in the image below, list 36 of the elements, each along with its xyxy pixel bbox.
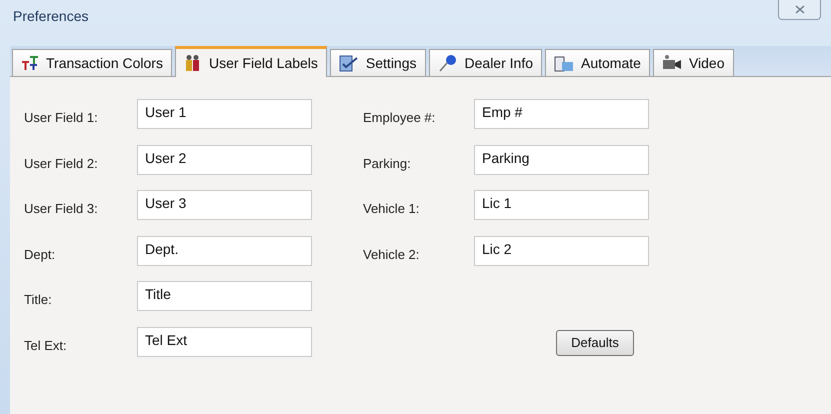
field-label: User Field 3: bbox=[24, 200, 99, 218]
text-field[interactable]: Tel Ext bbox=[137, 326, 312, 356]
pushpin-icon bbox=[438, 54, 458, 72]
close-button[interactable] bbox=[778, 0, 821, 20]
text-field[interactable]: Parking bbox=[474, 144, 649, 174]
field-label: Vehicle 2: bbox=[363, 246, 420, 264]
text-field[interactable]: Emp # bbox=[474, 99, 649, 129]
tab[interactable]: User Field Labels bbox=[174, 46, 327, 77]
calendar-icon bbox=[554, 54, 574, 72]
tab[interactable]: Video bbox=[652, 49, 734, 76]
text-field[interactable]: Lic 1 bbox=[474, 190, 649, 220]
close-icon bbox=[794, 5, 804, 14]
field-label: User Field 2: bbox=[24, 154, 99, 173]
text-field[interactable]: Dept. bbox=[137, 236, 312, 266]
text-field[interactable]: User 3 bbox=[137, 190, 312, 220]
field-label: Title: bbox=[24, 291, 53, 310]
window-title: Preferences bbox=[13, 7, 88, 26]
field-label: Employee #: bbox=[363, 109, 436, 128]
camera-icon bbox=[662, 54, 682, 72]
field-label: Vehicle 1: bbox=[363, 200, 420, 218]
text-field[interactable]: User 2 bbox=[137, 144, 312, 174]
letters-icon bbox=[21, 55, 39, 71]
tab[interactable]: Automate bbox=[545, 49, 650, 76]
text-field[interactable]: Lic 2 bbox=[474, 236, 649, 266]
defaults-button[interactable]: Defaults bbox=[556, 330, 634, 356]
tab[interactable]: Dealer Info bbox=[428, 49, 542, 76]
field-label: Dept: bbox=[24, 246, 56, 264]
people-icon bbox=[184, 54, 202, 72]
tab[interactable]: Settings bbox=[330, 49, 426, 76]
field-label: Parking: bbox=[363, 154, 412, 173]
text-field[interactable]: User 1 bbox=[137, 99, 312, 129]
clipboard-check-icon bbox=[338, 54, 359, 72]
field-label: User Field 1: bbox=[24, 109, 99, 128]
text-field[interactable]: Title bbox=[137, 281, 312, 311]
field-label: Tel Ext: bbox=[24, 336, 68, 355]
tab[interactable]: Transaction Colors bbox=[12, 49, 172, 76]
